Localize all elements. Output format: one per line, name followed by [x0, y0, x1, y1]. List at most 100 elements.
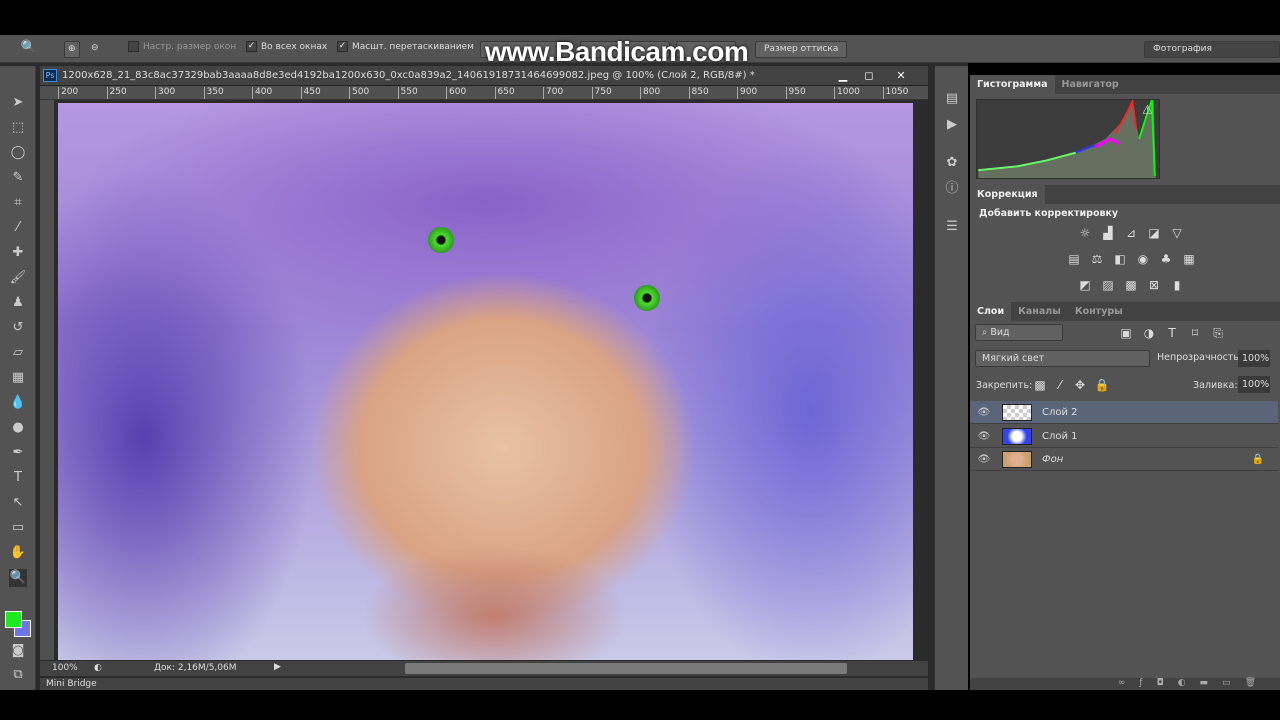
brush-presets-icon[interactable]: ✿	[943, 154, 961, 172]
ruler-tick: 700	[543, 87, 563, 99]
blend-mode-select[interactable]: Мягкий свет	[975, 350, 1150, 367]
layer-comps-icon[interactable]: ☰	[943, 218, 961, 236]
visibility-eye-icon[interactable]: 👁	[970, 431, 998, 442]
filter-shape-icon[interactable]: ⌑	[1187, 326, 1203, 340]
levels-icon[interactable]: ▟	[1100, 226, 1116, 240]
curves-icon[interactable]: ⊿	[1123, 226, 1139, 240]
lock-transparent-icon[interactable]: ▩	[1032, 378, 1048, 392]
path-select-tool-icon[interactable]: ↖	[9, 494, 27, 512]
scrubby-zoom-checkbox[interactable]: ✓ Масшт. перетаскиванием	[337, 41, 474, 52]
stamp-tool-icon[interactable]: ♟	[9, 294, 27, 312]
status-icon[interactable]: ◐	[94, 663, 102, 673]
workspace-select[interactable]: Фотография	[1144, 41, 1280, 58]
horizontal-scrollbar[interactable]	[405, 663, 847, 674]
ruler-tick: 750	[591, 87, 612, 99]
foreground-color-swatch[interactable]	[5, 611, 22, 628]
posterize-icon[interactable]: ▨	[1100, 278, 1116, 292]
document-title: 1200x628_21_83c8ac37329bab3aaaa8d8e3ed41…	[62, 70, 755, 81]
history-brush-icon[interactable]: ↺	[9, 319, 27, 337]
layer-row[interactable]: 👁 Фон 🔒	[970, 448, 1278, 471]
channel-mixer-icon[interactable]: ♣	[1158, 252, 1174, 266]
marquee-tool-icon[interactable]: ⬚	[9, 119, 27, 137]
tab-paths[interactable]: Контуры	[1068, 302, 1130, 321]
layer-row[interactable]: 👁 Слой 2	[970, 401, 1278, 424]
eyedropper-tool-icon[interactable]: ⁄	[9, 219, 27, 237]
type-tool-icon[interactable]: T	[9, 469, 27, 487]
document-tab[interactable]: Ps 1200x628_21_83c8ac37329bab3aaaa8d8e3e…	[40, 66, 928, 86]
tab-adjustments[interactable]: Коррекция	[970, 185, 1045, 204]
layer-filter-select[interactable]: ⌕ Вид	[975, 324, 1063, 341]
maximize-button[interactable]: ◻	[858, 68, 880, 83]
hue-saturation-icon[interactable]: ▤	[1066, 252, 1082, 266]
tab-navigator[interactable]: Навигатор	[1055, 75, 1126, 94]
tools-panel: ➤ ⬚ ◯ ✎ ⌗ ⁄ ✚ 🖌 ♟ ↺ ▱ ▦ 💧 ● ✒ T ↖ ▭ ✋ 🔍 …	[0, 66, 36, 690]
gradient-tool-icon[interactable]: ▦	[9, 369, 27, 387]
crop-tool-icon[interactable]: ⌗	[9, 194, 27, 212]
vibrance-icon[interactable]: ▽	[1169, 226, 1185, 240]
screen-mode-icon[interactable]: ⧉	[9, 666, 27, 684]
close-button[interactable]: ✕	[890, 68, 912, 83]
quick-select-tool-icon[interactable]: ✎	[9, 169, 27, 187]
lock-all-icon[interactable]: 🔒	[1094, 378, 1110, 392]
threshold-icon[interactable]: ▩	[1123, 278, 1139, 292]
lasso-tool-icon[interactable]: ◯	[9, 144, 27, 162]
ruler-tick: 650	[494, 87, 515, 99]
fit-windows-checkbox[interactable]: Настр. размер окон	[128, 41, 236, 52]
zoom-level[interactable]: 100%	[52, 663, 78, 673]
blur-tool-icon[interactable]: 💧	[9, 394, 27, 412]
brightness-icon[interactable]: ☼	[1077, 226, 1093, 240]
color-balance-icon[interactable]: ⚖	[1089, 252, 1105, 266]
selective-color-icon[interactable]: ⊠	[1146, 278, 1162, 292]
filter-pixel-icon[interactable]: ▣	[1118, 326, 1134, 340]
hand-tool-icon[interactable]: ✋	[9, 544, 27, 562]
fill-label: Заливка:	[1193, 380, 1238, 391]
print-size-button[interactable]: Размер оттиска	[755, 41, 848, 58]
brush-tool-icon[interactable]: 🖌	[9, 269, 27, 287]
image-canvas[interactable]	[58, 103, 913, 660]
actions-play-icon[interactable]: ▶	[943, 116, 961, 134]
status-menu-arrow-icon[interactable]: ▶	[274, 662, 281, 672]
gradient-map-icon[interactable]: ▮	[1169, 278, 1185, 292]
tab-channels[interactable]: Каналы	[1011, 302, 1068, 321]
dodge-tool-icon[interactable]: ●	[9, 419, 27, 437]
healing-tool-icon[interactable]: ✚	[9, 244, 27, 262]
info-icon[interactable]: ⓘ	[943, 180, 961, 198]
visibility-eye-icon[interactable]: 👁	[970, 407, 998, 418]
filter-adjustment-icon[interactable]: ◑	[1141, 326, 1157, 340]
visibility-eye-icon[interactable]: 👁	[970, 454, 998, 465]
label: Масшт. перетаскиванием	[352, 41, 474, 52]
shape-tool-icon[interactable]: ▭	[9, 519, 27, 537]
opacity-input[interactable]: 100%	[1238, 350, 1270, 367]
filter-smart-object-icon[interactable]: ⎘	[1210, 326, 1226, 340]
mini-bridge-tab[interactable]: Mini Bridge	[40, 678, 928, 690]
tab-layers[interactable]: Слои	[970, 302, 1012, 321]
tab-histogram[interactable]: Гистограмма	[970, 75, 1055, 94]
black-white-icon[interactable]: ◧	[1112, 252, 1128, 266]
layer-row[interactable]: 👁 Слой 1	[970, 425, 1278, 448]
color-lookup-icon[interactable]: ▦	[1181, 252, 1197, 266]
horizontal-ruler: 200 250 300 350 400 450 500 550 600 650 700 750 800 8…	[40, 86, 928, 100]
invert-icon[interactable]: ◩	[1077, 278, 1093, 292]
history-panel-icon[interactable]: ▤	[943, 90, 961, 108]
zoom-tool-preset-icon[interactable]: 🔍	[20, 39, 38, 57]
pen-tool-icon[interactable]: ✒	[9, 444, 27, 462]
quick-mask-icon[interactable]: ◙	[9, 642, 27, 660]
zoom-out-icon[interactable]: ⊖	[88, 41, 102, 58]
move-tool-icon[interactable]: ➤	[9, 94, 27, 112]
opacity-label: Непрозрачность:	[1157, 352, 1243, 363]
lock-position-icon[interactable]: ✥	[1072, 378, 1088, 392]
exposure-icon[interactable]: ◪	[1146, 226, 1162, 240]
zoom-tool-icon[interactable]: 🔍	[9, 569, 27, 587]
status-bar: 100% ◐ Док: 2,16M/5,06M ▶	[40, 660, 928, 676]
minimize-button[interactable]: ▁	[832, 68, 854, 83]
all-windows-checkbox[interactable]: ✓ Во всех окнах	[246, 41, 327, 52]
filter-type-icon[interactable]: T	[1164, 326, 1180, 340]
ruler-tick: 200	[58, 87, 78, 99]
zoom-in-icon[interactable]: ⊕	[64, 41, 80, 58]
eraser-tool-icon[interactable]: ▱	[9, 344, 27, 362]
photo-filter-icon[interactable]: ◉	[1135, 252, 1151, 266]
lock-pixels-icon[interactable]: ⁄	[1052, 378, 1068, 392]
layers-footer-icons[interactable]: ∞ƒ◘◐▬▭🗑	[970, 678, 1280, 690]
fill-input[interactable]: 100%	[1238, 376, 1270, 393]
ruler-tick: 350	[203, 87, 224, 99]
